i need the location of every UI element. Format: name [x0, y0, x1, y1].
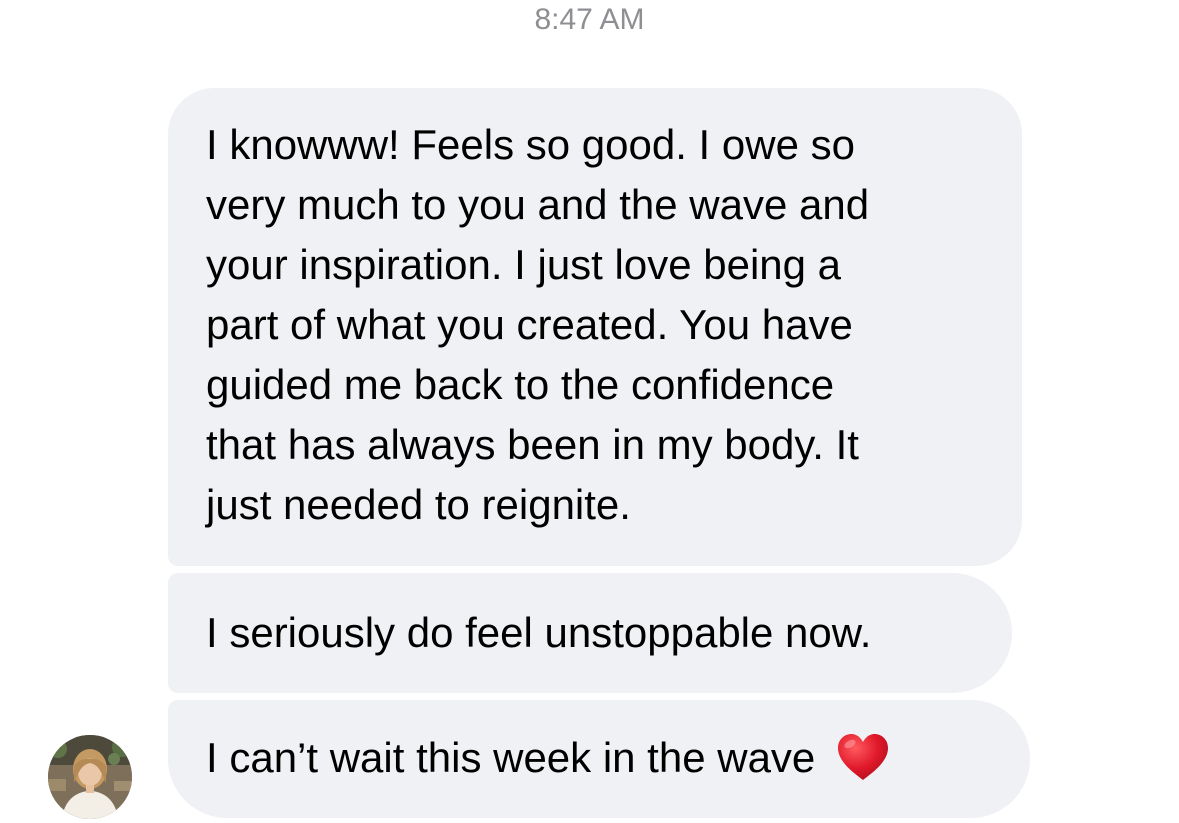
message-bubble-2[interactable]: I seriously do feel unstoppable now.: [168, 573, 1012, 693]
message-line-with-emoji: I can’t wait this week in the wave: [206, 728, 1000, 788]
message-line: your inspiration. I just love being a: [206, 241, 842, 288]
contact-avatar[interactable]: [48, 735, 132, 819]
message-line: I seriously do feel unstoppable now.: [206, 609, 872, 656]
message-line: guided me back to the confidence: [206, 361, 835, 408]
message-text: I can’t wait this week in the wave: [206, 734, 816, 781]
message-line: part of what you created. You have: [206, 301, 853, 348]
message-timestamp: 8:47 AM: [534, 3, 645, 36]
message-line: very much to you and the wave and: [206, 181, 870, 228]
message-bubble-1[interactable]: I knowww! Feels so good. I owe so very m…: [168, 88, 1022, 566]
message-bubble-3[interactable]: I can’t wait this week in the wave: [168, 700, 1030, 818]
message-line: I knowww! Feels so good. I owe so: [206, 121, 855, 168]
message-line: just needed to reignite.: [206, 481, 631, 528]
message-line: that has always been in my body. It: [206, 421, 859, 468]
contact-photo-avatar: [48, 735, 132, 819]
red-heart-icon: [838, 733, 889, 780]
